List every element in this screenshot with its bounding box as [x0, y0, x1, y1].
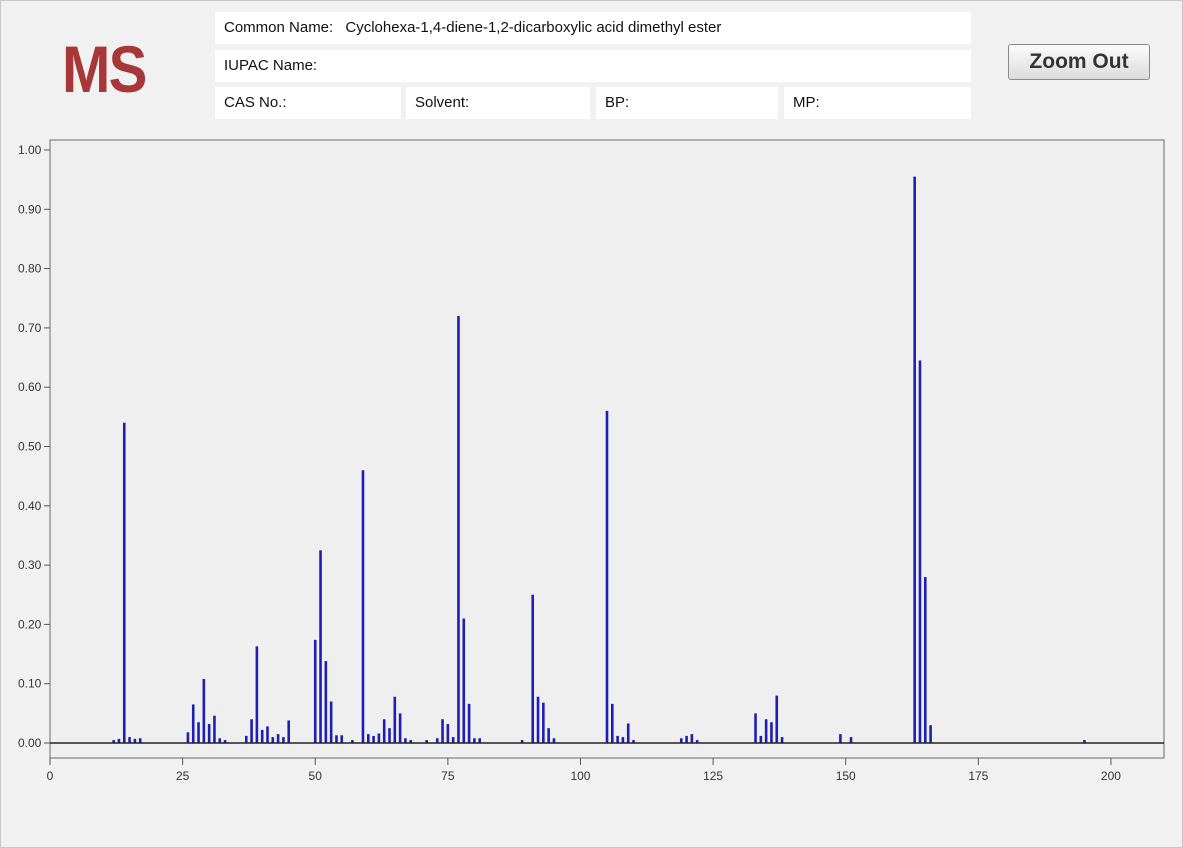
y-tick-label: 0.90 [18, 202, 42, 216]
y-axis: 0.00 0.10 0.20 0.30 0.40 0.50 0.60 0.70 0.80 0.90… [18, 143, 50, 750]
x-axis: 0 25 50 75 100 125 150 175 200 [47, 758, 1121, 783]
y-tick-label: 0.00 [18, 736, 42, 750]
y-tick-label: 0.30 [18, 558, 42, 572]
y-tick-label: 0.50 [18, 440, 42, 454]
x-tick-label: 150 [836, 769, 856, 783]
x-tick-label: 200 [1101, 769, 1121, 783]
x-tick-label: 175 [968, 769, 988, 783]
x-tick-label: 50 [309, 769, 323, 783]
mass-spectrum-chart[interactable]: 0.00 0.10 0.20 0.30 0.40 0.50 0.60 0.70 0.80 0.90… [0, 0, 1183, 848]
y-tick-label: 0.40 [18, 499, 42, 513]
y-tick-label: 0.20 [18, 617, 42, 631]
x-tick-label: 125 [703, 769, 723, 783]
y-tick-label: 0.60 [18, 380, 42, 394]
x-tick-label: 0 [47, 769, 54, 783]
x-tick-label: 25 [176, 769, 190, 783]
x-tick-label: 75 [441, 769, 455, 783]
y-tick-label: 1.00 [18, 143, 42, 157]
y-tick-label: 0.70 [18, 321, 42, 335]
y-tick-label: 0.80 [18, 262, 42, 276]
x-tick-label: 100 [570, 769, 590, 783]
y-tick-label: 0.10 [18, 677, 42, 691]
